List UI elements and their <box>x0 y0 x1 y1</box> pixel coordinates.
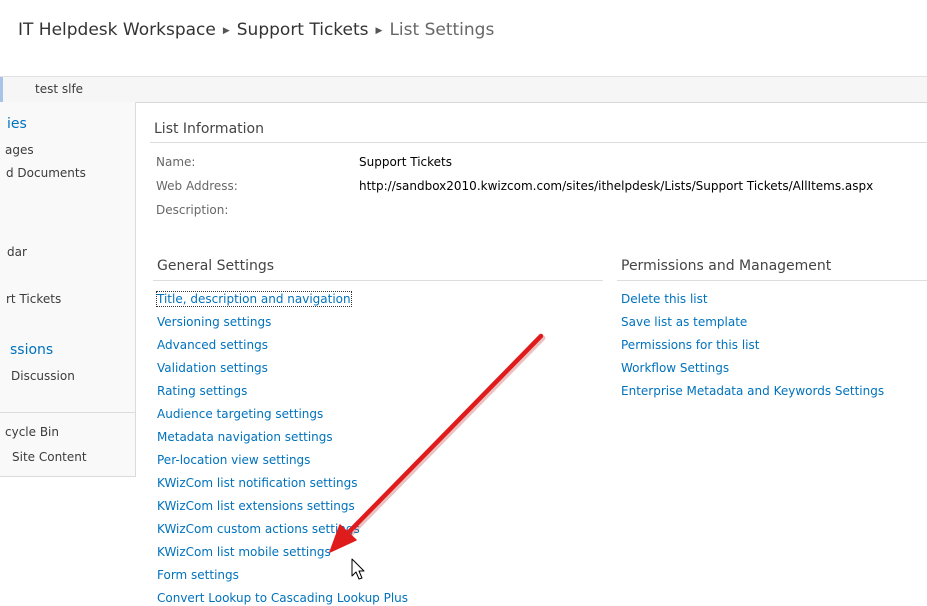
quick-launch-item-pages[interactable]: ages <box>5 143 34 157</box>
link-permissions-for-this-list[interactable]: Permissions for this list <box>621 338 759 352</box>
quick-launch-divider <box>0 412 135 413</box>
breadcrumb: IT Helpdesk Workspace ▶ Support Tickets ▶ Li… <box>18 20 494 40</box>
link-per-location-view-settings[interactable]: Per-location view settings <box>157 453 310 467</box>
quick-launch-item-calendar[interactable]: dar <box>7 245 27 259</box>
link-advanced-settings[interactable]: Advanced settings <box>157 338 268 352</box>
breadcrumb-site-link[interactable]: IT Helpdesk Workspace <box>18 20 216 40</box>
link-delete-this-list[interactable]: Delete this list <box>621 292 708 306</box>
link-kwizcom-list-mobile-settings[interactable]: KWizCom list mobile settings <box>157 545 331 559</box>
mouse-pointer-icon <box>351 558 365 580</box>
permissions-management-title: Permissions and Management <box>621 258 832 274</box>
link-convert-lookup-cascading[interactable]: Convert Lookup to Cascading Lookup Plus <box>157 591 408 605</box>
permissions-management-divider <box>617 280 927 281</box>
link-form-settings[interactable]: Form settings <box>157 568 239 582</box>
link-audience-targeting-settings[interactable]: Audience targeting settings <box>157 407 323 421</box>
link-workflow-settings[interactable]: Workflow Settings <box>621 361 729 375</box>
breadcrumb-list-link[interactable]: Support Tickets <box>237 20 369 40</box>
web-address-value: http://sandbox2010.kwizcom.com/sites/ith… <box>359 179 874 193</box>
web-address-label: Web Address: <box>156 179 238 193</box>
quick-launch-heading-discussions[interactable]: ssions <box>10 342 53 358</box>
link-kwizcom-list-notification-settings[interactable]: KWizCom list notification settings <box>157 476 358 490</box>
list-information-divider <box>150 142 927 143</box>
quick-launch-item-support-tickets[interactable]: rt Tickets <box>6 292 61 306</box>
name-label: Name: <box>156 155 196 169</box>
top-nav-edge <box>0 77 3 102</box>
description-label: Description: <box>156 203 229 217</box>
top-nav-tab[interactable]: test slfe <box>35 82 83 96</box>
link-title-description-navigation[interactable]: Title, description and navigation <box>156 291 352 307</box>
link-kwizcom-list-extensions-settings[interactable]: KWizCom list extensions settings <box>157 499 355 513</box>
breadcrumb-separator-icon: ▶ <box>375 26 383 36</box>
link-metadata-navigation-settings[interactable]: Metadata navigation settings <box>157 430 333 444</box>
red-arrow-icon <box>329 333 546 553</box>
link-versioning-settings[interactable]: Versioning settings <box>157 315 271 329</box>
link-validation-settings[interactable]: Validation settings <box>157 361 268 375</box>
quick-launch-item-shared-documents[interactable]: d Documents <box>6 166 86 180</box>
quick-launch: ies ages d Documents dar rt Tickets ssio… <box>0 102 136 477</box>
quick-launch-item-team-discussion[interactable]: Discussion <box>11 369 75 383</box>
link-save-list-as-template[interactable]: Save list as template <box>621 315 747 329</box>
quick-launch-item-all-site-content[interactable]: Site Content <box>12 450 87 464</box>
top-nav-bar: test slfe <box>0 76 927 103</box>
page-title: List Settings <box>389 20 495 40</box>
name-value: Support Tickets <box>359 155 453 169</box>
link-enterprise-metadata-keywords-settings[interactable]: Enterprise Metadata and Keywords Setting… <box>621 384 884 398</box>
quick-launch-item-recycle-bin[interactable]: cycle Bin <box>5 425 59 439</box>
breadcrumb-separator-icon: ▶ <box>222 26 230 36</box>
list-information-title: List Information <box>154 121 264 137</box>
link-rating-settings[interactable]: Rating settings <box>157 384 247 398</box>
quick-launch-heading-libraries[interactable]: ies <box>7 116 27 132</box>
link-kwizcom-custom-actions-settings[interactable]: KWizCom custom actions settings <box>157 522 360 536</box>
general-settings-divider <box>153 280 603 281</box>
general-settings-title: General Settings <box>157 258 275 274</box>
